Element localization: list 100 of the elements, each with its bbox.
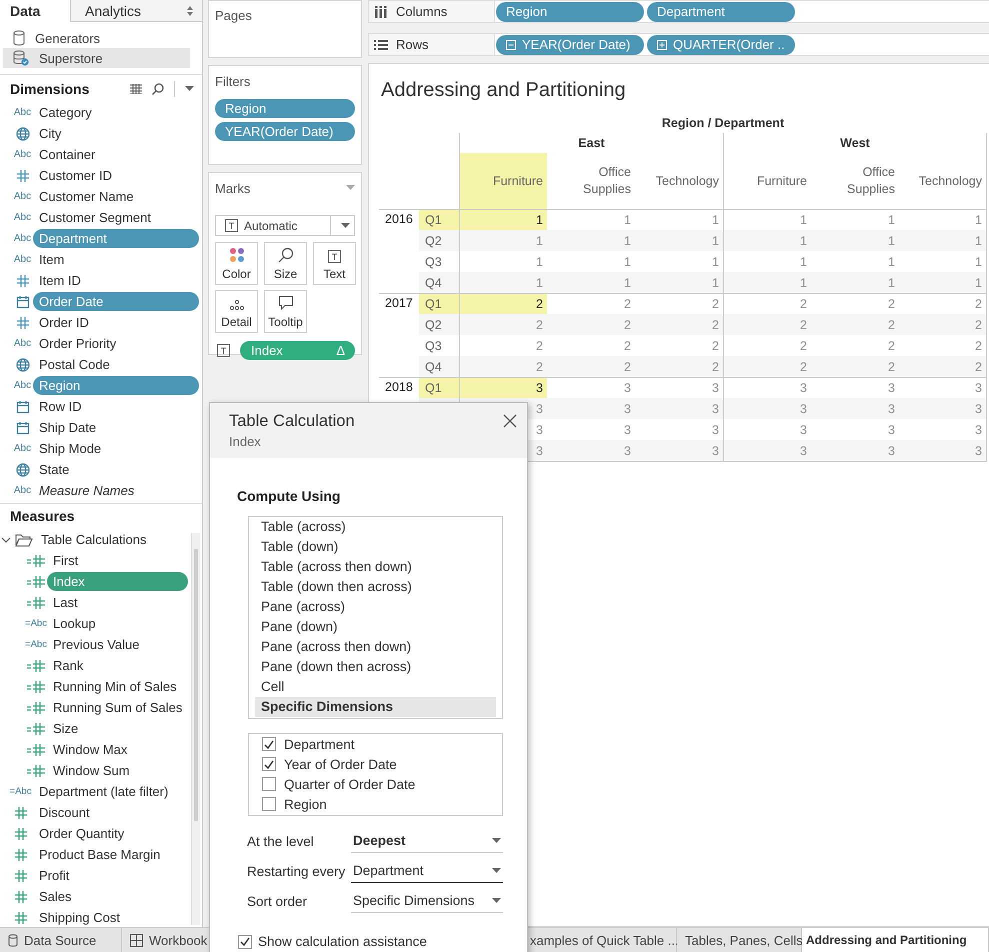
search-icon[interactable] [152, 83, 164, 95]
sheet-tab[interactable]: Addressing and Partitioning [802, 928, 989, 952]
table-cell-text: 1 [887, 254, 896, 270]
marks-button[interactable]: T Text [313, 242, 356, 285]
field-item[interactable]: Department (late filter) [33, 782, 188, 801]
field-item[interactable]: Product Base Margin [33, 845, 188, 864]
field-item[interactable]: Measure Names [33, 481, 199, 500]
data-type-label: Abc [14, 485, 32, 496]
list-option[interactable]: Cell [255, 677, 496, 697]
field-item[interactable]: Customer ID [33, 166, 199, 185]
checkbox[interactable] [262, 797, 276, 811]
list-option[interactable]: Pane (down) [255, 617, 496, 637]
list-option[interactable]: Table (across) [255, 517, 496, 537]
field-item[interactable]: Ship Mode [33, 439, 199, 458]
color-dots-icon [228, 247, 244, 263]
field-item[interactable]: Sales [33, 887, 188, 906]
field-item[interactable]: Window Sum [47, 761, 188, 780]
field-item[interactable]: Order Quantity [33, 824, 188, 843]
caret-icon[interactable] [341, 222, 350, 228]
field-item[interactable]: Running Sum of Sales [47, 698, 188, 717]
dropdown[interactable]: Specific Dimensions [351, 889, 503, 913]
column-header: Region / Department [660, 115, 786, 132]
marks-button[interactable]: Size [264, 242, 307, 285]
field-item[interactable]: Row ID [33, 397, 199, 416]
field-item[interactable]: Window Max [47, 740, 188, 759]
table-cell: 2 [899, 356, 987, 377]
field-label: At the level [247, 834, 315, 848]
calc-hash-icon [26, 574, 46, 588]
table-cell: 2 [723, 314, 811, 335]
field-item[interactable]: Customer Name [33, 187, 199, 206]
row-header: Q1 [419, 293, 459, 314]
data-type-label: Abc [14, 233, 32, 244]
checkbox-label: Region [284, 796, 327, 812]
field-item[interactable]: Category [33, 103, 199, 122]
data-type-label: Abc [14, 380, 32, 391]
field-item[interactable]: Size [47, 719, 188, 738]
table-cell: 2 [899, 314, 987, 335]
field-item[interactable]: Shipping Cost [33, 908, 188, 927]
field-item[interactable]: Discount [33, 803, 188, 822]
dropdown[interactable]: Deepest [351, 829, 503, 853]
list-option[interactable]: Table (down then across) [255, 577, 496, 597]
checkbox[interactable] [262, 777, 276, 791]
field-item[interactable]: First [47, 551, 188, 570]
field-item[interactable]: Order ID [33, 313, 199, 332]
field-item[interactable]: Profit [33, 866, 188, 885]
caret-icon[interactable] [492, 838, 501, 844]
table-cell: 2 [811, 356, 899, 377]
hash-icon [14, 826, 28, 840]
caret-icon[interactable] [492, 898, 501, 904]
mark-type-dropdown[interactable]: T Automatic [215, 215, 355, 236]
field-item[interactable]: City [33, 124, 199, 143]
row-header: Q1 [419, 377, 459, 398]
column-header: Technology [654, 172, 720, 190]
list-option[interactable]: Pane (down then across) [255, 657, 496, 677]
field-item[interactable]: Customer Segment [33, 208, 199, 227]
field-item[interactable]: Order Priority [33, 334, 199, 353]
folder-item[interactable]: Table Calculations [15, 530, 153, 549]
field-item[interactable]: Item [33, 250, 199, 269]
data-type-label: =Abc [25, 639, 47, 650]
section-title: Compute Using [237, 488, 342, 504]
field-item[interactable]: Postal Code [33, 355, 199, 374]
hash-icon [14, 890, 28, 904]
column-header: West [723, 133, 987, 153]
data-type-label: Abc [14, 107, 32, 118]
list-option[interactable]: Table (across then down) [255, 557, 496, 577]
data-type-label: Abc [14, 443, 32, 454]
data-source-item[interactable]: Superstore [3, 48, 190, 68]
checkbox[interactable] [262, 737, 276, 751]
field-item[interactable]: Running Min of Sales [47, 677, 188, 696]
caret-icon[interactable] [185, 86, 194, 92]
field-item[interactable]: Container [33, 145, 199, 164]
field-item[interactable]: State [33, 460, 199, 479]
chevron-icon[interactable] [1, 534, 11, 544]
dropdown[interactable]: Department [351, 859, 503, 883]
checkbox[interactable] [262, 757, 276, 771]
close-icon[interactable] [503, 414, 517, 428]
list-option[interactable]: Specific Dimensions [255, 697, 496, 717]
field-item[interactable]: Ship Date [33, 418, 199, 437]
field-item[interactable]: Lookup [47, 614, 188, 633]
sheet-tab[interactable]: Tables, Panes, Cells [677, 928, 802, 952]
marks-button[interactable]: Tooltip [264, 290, 307, 333]
data-source-item[interactable]: Generators [3, 28, 190, 48]
mark-type-label: T [217, 344, 230, 357]
field-item[interactable]: Last [47, 593, 188, 612]
list-option[interactable]: Pane (across then down) [255, 637, 496, 657]
data-type-label: =Abc [25, 618, 47, 629]
caret-icon[interactable] [492, 868, 501, 874]
field-item[interactable]: Rank [47, 656, 188, 675]
field-item[interactable]: Item ID [33, 271, 199, 290]
checkbox[interactable] [238, 934, 252, 948]
table-cell: 1 [635, 230, 723, 251]
list-view-icon[interactable] [130, 84, 142, 94]
pane-tab[interactable]: Analytics [70, 0, 202, 22]
list-option[interactable]: Pane (across) [255, 597, 496, 617]
list-option[interactable]: Table (down) [255, 537, 496, 557]
field-item[interactable]: Previous Value [47, 635, 188, 654]
table-cell: 2 [459, 314, 547, 335]
marks-button[interactable]: Detail [215, 290, 258, 333]
data-type-label: =Abc [10, 786, 32, 797]
marks-button[interactable]: Color [215, 242, 258, 285]
